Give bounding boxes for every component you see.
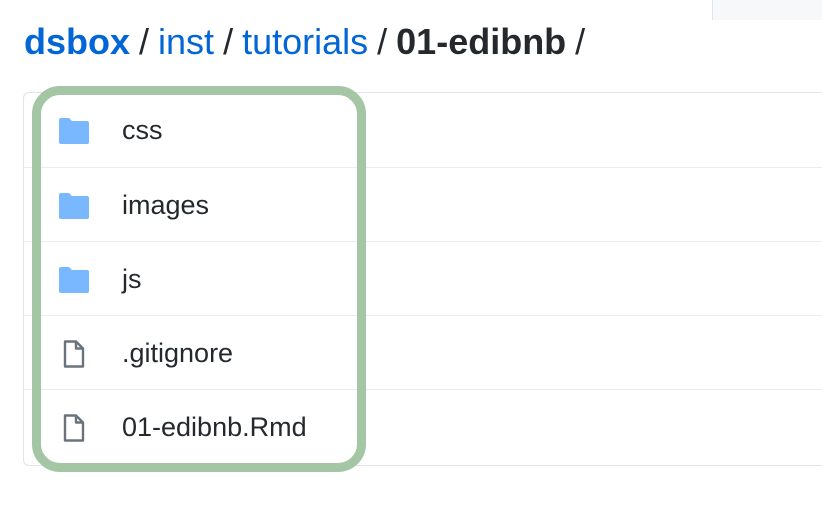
breadcrumb-root-link[interactable]: dsbox: [24, 21, 130, 62]
file-name[interactable]: .gitignore: [122, 316, 233, 390]
breadcrumb-current: 01-edibnb: [396, 21, 567, 62]
breadcrumb-separator: /: [139, 21, 150, 62]
breadcrumb-separator: /: [223, 21, 234, 62]
breadcrumb-separator: /: [377, 21, 388, 62]
breadcrumb-link-tutorials[interactable]: tutorials: [242, 21, 368, 62]
file-row-css[interactable]: css: [24, 93, 822, 167]
file-icon: [63, 340, 85, 368]
folder-icon: [59, 267, 89, 293]
file-row-js[interactable]: js: [24, 241, 822, 315]
breadcrumb-separator: /: [575, 21, 586, 62]
file-name[interactable]: css: [122, 93, 163, 167]
breadcrumb: dsbox / inst / tutorials/01-edibnb /: [24, 20, 594, 64]
top-strip: [0, 0, 822, 20]
file-name[interactable]: images: [122, 168, 209, 242]
file-list: css images js .gitignore 01-edibnb.Rmd: [23, 92, 822, 466]
top-strip-left: [0, 0, 712, 15]
file-name[interactable]: 01-edibnb.Rmd: [122, 390, 307, 464]
file-icon: [63, 414, 85, 442]
folder-icon: [59, 118, 89, 144]
file-row-gitignore[interactable]: .gitignore: [24, 315, 822, 389]
file-row-images[interactable]: images: [24, 167, 822, 241]
folder-icon: [59, 193, 89, 219]
breadcrumb-link-inst[interactable]: inst: [158, 21, 214, 62]
file-name[interactable]: js: [122, 242, 142, 316]
top-strip-right: [712, 0, 822, 20]
file-row-rmd[interactable]: 01-edibnb.Rmd: [24, 389, 822, 463]
